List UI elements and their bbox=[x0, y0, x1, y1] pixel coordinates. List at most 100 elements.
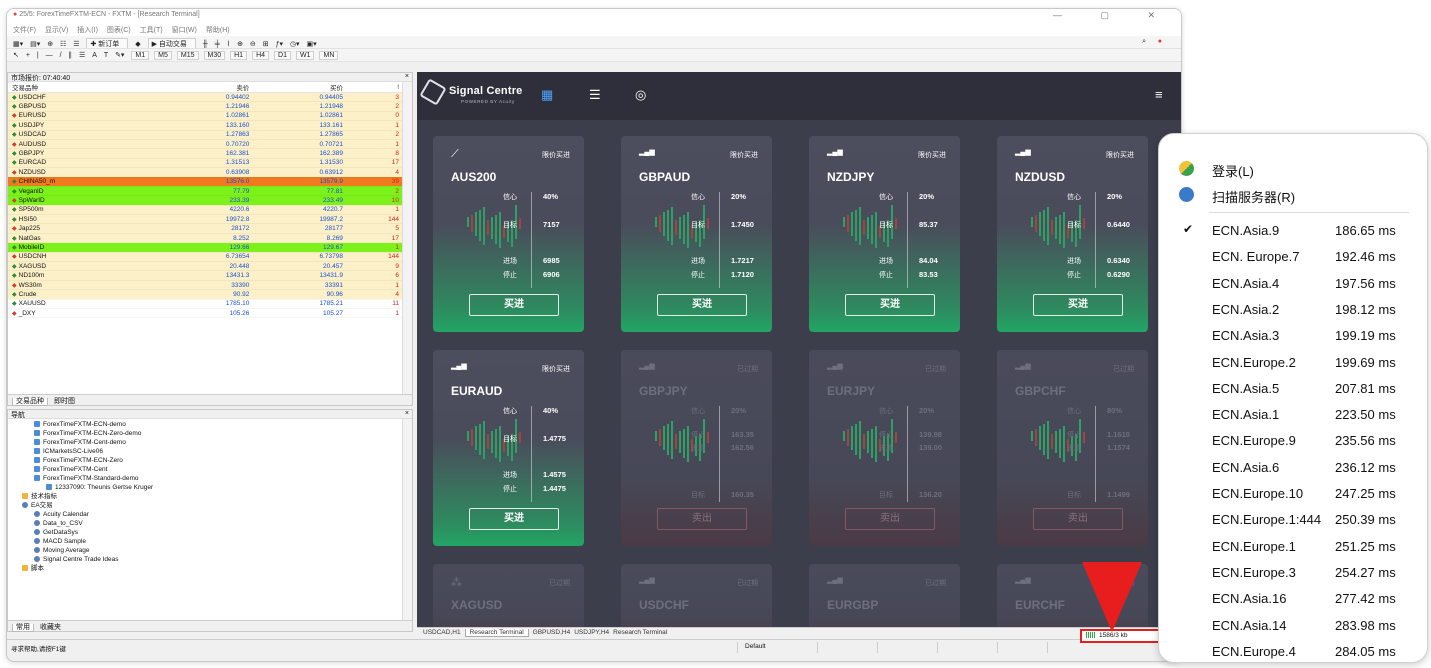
buy-button[interactable]: 买进 bbox=[845, 294, 935, 316]
buy-button[interactable]: 买进 bbox=[657, 294, 747, 316]
timeframe-button[interactable]: M1 bbox=[131, 51, 150, 60]
chart-tab[interactable]: Research Terminal bbox=[464, 629, 529, 637]
template-icon[interactable]: ▣▾ bbox=[307, 40, 317, 48]
chart-tab[interactable]: USDJPY,H4 bbox=[574, 629, 609, 636]
table-row[interactable]: ◆ XAGUSD 20.448 20.457 9 bbox=[8, 261, 403, 272]
signal-card[interactable]: ▂▄▆ 已过期 USDCHF bbox=[621, 564, 772, 627]
table-row[interactable]: ◆ HSI50 19972.8 19987.2 144 bbox=[8, 214, 403, 225]
table-row[interactable]: ◆ GBPUSD 1.21946 1.21948 2 bbox=[8, 101, 403, 112]
navigator-item[interactable]: Signal Centre Trade Ideas bbox=[12, 555, 408, 564]
table-row[interactable]: ◆ SpWarID 233.39 233.49 10 bbox=[8, 195, 403, 206]
table-row[interactable]: ◆ XAUUSD 1785.10 1785.21 11 bbox=[8, 299, 403, 310]
signal-card[interactable]: ▂▄▆ 限价买进 EURAUD 信心 40% 目标 1.4775 进场 1.4575 停止 1.44… bbox=[433, 350, 584, 546]
signal-card[interactable]: ⟋ 限价买进 AUS200 信心 40% 目标 7157 进场 6985 停止 6906 买进 bbox=[433, 136, 584, 332]
server-menu-item[interactable]: ECN.Asia.14 283.98 ms bbox=[1159, 615, 1427, 637]
column-header[interactable]: 交易品种 bbox=[8, 82, 160, 93]
table-row[interactable]: ◆ EURCAD 1.31513 1.31530 17 bbox=[8, 158, 403, 169]
server-menu-item[interactable]: ECN.Europe.2 199.69 ms bbox=[1159, 352, 1427, 374]
table-row[interactable]: ◆ VeganID 77.79 77.81 2 bbox=[8, 186, 403, 197]
server-menu-item[interactable]: ECN.Europe.3 254.27 ms bbox=[1159, 562, 1427, 584]
menu-item[interactable]: 插入(I) bbox=[77, 27, 98, 34]
table-row[interactable]: ◆ USDCNH 6.73654 6.73798 144 bbox=[8, 252, 403, 263]
candle-chart-icon[interactable]: ╪ bbox=[215, 41, 220, 48]
menu-item[interactable]: 工具(T) bbox=[140, 27, 163, 34]
login-menu-item[interactable]: 登录(L) bbox=[1159, 158, 1427, 180]
tile-icon[interactable]: ⊞ bbox=[263, 40, 269, 48]
navigator-item[interactable]: 12337090: Theunis Gertse Kruger bbox=[12, 483, 408, 492]
chart-tab[interactable]: Research Terminal bbox=[613, 629, 667, 636]
market-watch-icon[interactable]: ☷ bbox=[60, 40, 66, 48]
navigator-item[interactable]: ForexTimeFXTM-ECN-demo bbox=[12, 420, 408, 429]
bar-chart-icon[interactable]: ╫ bbox=[203, 41, 208, 48]
scan-servers-menu-item[interactable]: 扫描服务器(R) bbox=[1159, 184, 1427, 206]
navigator-item[interactable]: EA交易 bbox=[12, 501, 408, 510]
navigator-tab[interactable]: 收藏夹 bbox=[40, 624, 61, 631]
table-row[interactable]: ◆ CHINA50_m 13576.0 13579.9 39 bbox=[8, 177, 403, 187]
server-menu-item[interactable]: ECN.Asia.4 197.56 ms bbox=[1159, 273, 1427, 295]
market-watch-tab[interactable]: 交易品种 bbox=[12, 398, 48, 406]
navigator-item[interactable]: ICMarketsSC-Live06 bbox=[12, 447, 408, 456]
navigator-item[interactable]: MACD Sample bbox=[12, 537, 408, 546]
sell-button[interactable]: 卖出 bbox=[657, 508, 747, 530]
server-menu-item[interactable]: ECN.Europe.10 247.25 ms bbox=[1159, 483, 1427, 505]
navigator-scrollbar[interactable] bbox=[402, 419, 412, 620]
label-icon[interactable]: T bbox=[104, 52, 108, 59]
zoom-icon[interactable]: ⊕ bbox=[47, 40, 53, 48]
signal-card[interactable]: ▂▄▆ 已过期 GBPCHF 信心 80% 停止 1.1610 进场 1.1574 目标 1.149… bbox=[997, 350, 1148, 546]
settings-icon[interactable]: ◎ bbox=[635, 87, 646, 103]
menu-item[interactable]: 图表(C) bbox=[107, 27, 131, 34]
navigator-item[interactable]: 脚本 bbox=[12, 564, 408, 573]
table-row[interactable]: ◆ GBPJPY 162.381 162.389 8 bbox=[8, 148, 403, 159]
text-icon[interactable]: A bbox=[92, 52, 97, 59]
column-header[interactable]: ! bbox=[346, 82, 403, 93]
menu-icon[interactable]: ≡ bbox=[1155, 87, 1163, 102]
table-row[interactable]: ◆ EURUSD 1.02861 1.02861 0 bbox=[8, 111, 403, 122]
fibo-icon[interactable]: ☰ bbox=[79, 51, 85, 59]
navigator-tab[interactable]: 常用 bbox=[12, 624, 34, 632]
signal-card[interactable]: ▂▄▆ 已过期 GBPJPY 信心 20% 停止 163.35 进场 162.56 目标 160.3… bbox=[621, 350, 772, 546]
vline-icon[interactable]: | bbox=[37, 52, 39, 59]
close-icon[interactable]: × bbox=[405, 410, 409, 417]
zoom-out-icon[interactable]: ⊖ bbox=[250, 40, 256, 48]
table-row[interactable]: ◆ AUDUSD 0.70720 0.70721 1 bbox=[8, 139, 403, 150]
signal-card[interactable]: ▂▄▆ 限价买进 NZDJPY 信心 20% 目标 85.37 进场 84.04 停止 83.53 买… bbox=[809, 136, 960, 332]
timeframe-button[interactable]: D1 bbox=[274, 51, 291, 60]
crosshair-icon[interactable]: + bbox=[26, 52, 30, 59]
timeframe-button[interactable]: H4 bbox=[252, 51, 270, 60]
server-menu-item[interactable]: ECN.Asia.6 236.12 ms bbox=[1159, 457, 1427, 479]
sell-button[interactable]: 卖出 bbox=[1033, 508, 1123, 530]
server-menu-item[interactable]: ECN.Europe.1 251.25 ms bbox=[1159, 536, 1427, 558]
table-row[interactable]: ◆ USDJPY 133.160 133.161 1 bbox=[8, 120, 403, 131]
table-row[interactable]: ◆ _DXY 105.26 105.27 1 bbox=[8, 308, 403, 319]
navigator-item[interactable]: ForexTimeFXTM-Standard-demo bbox=[12, 474, 408, 483]
buy-button[interactable]: 买进 bbox=[1033, 294, 1123, 316]
navigator-item[interactable]: Acuity Calendar bbox=[12, 510, 408, 519]
navigator-item[interactable]: ForexTimeFXTM-ECN-Zero-demo bbox=[12, 429, 408, 438]
navigator-item[interactable]: Data_to_CSV bbox=[12, 519, 408, 528]
market-watch-scrollbar[interactable] bbox=[402, 82, 412, 394]
table-row[interactable]: ◆ USDCAD 1.27863 1.27865 2 bbox=[8, 130, 403, 140]
server-menu-item[interactable]: ECN.Asia.3 199.19 ms bbox=[1159, 325, 1427, 347]
navigator-item[interactable]: ForexTimeFXTM-ECN-Zero bbox=[12, 456, 408, 465]
period-icon[interactable]: ◷▾ bbox=[290, 40, 300, 48]
timeframe-button[interactable]: H1 bbox=[230, 51, 248, 60]
timeframe-button[interactable]: M15 bbox=[176, 51, 199, 60]
navigator-icon[interactable]: ☰ bbox=[73, 40, 79, 48]
timeframe-button[interactable]: MN bbox=[319, 51, 339, 60]
server-menu-item[interactable]: ECN.Europe.1:444 250.39 ms bbox=[1159, 509, 1427, 531]
menu-item[interactable]: 窗口(W) bbox=[172, 27, 197, 34]
navigator-item[interactable]: Moving Average bbox=[12, 546, 408, 555]
chart-tab[interactable]: USDCAD,H1 bbox=[423, 629, 461, 636]
navigator-item[interactable]: 技术指标 bbox=[12, 492, 408, 501]
server-menu-item[interactable]: ECN. Europe.7 192.46 ms bbox=[1159, 246, 1427, 268]
trendline-icon[interactable]: / bbox=[60, 52, 62, 59]
signal-card[interactable]: ▂▄▆ 已过期 EURJPY 信心 20% 停止 139.98 进场 139.00 目标 136.2… bbox=[809, 350, 960, 546]
menu-item[interactable]: 显示(V) bbox=[45, 27, 68, 34]
table-row[interactable]: ◆ NatGas 8.252 8.269 17 bbox=[8, 233, 403, 244]
table-row[interactable]: ◆ ND100m 13431.3 13431.9 6 bbox=[8, 270, 403, 281]
table-row[interactable]: ◆ USDCHF 0.94402 0.94405 3 bbox=[8, 92, 403, 103]
timeframe-button[interactable]: M5 bbox=[154, 51, 172, 60]
metaeditor-icon[interactable]: ◆ bbox=[135, 40, 140, 48]
window-controls[interactable]: — ▢ ✕ bbox=[1053, 10, 1173, 21]
column-header[interactable]: 买价 bbox=[253, 82, 347, 93]
